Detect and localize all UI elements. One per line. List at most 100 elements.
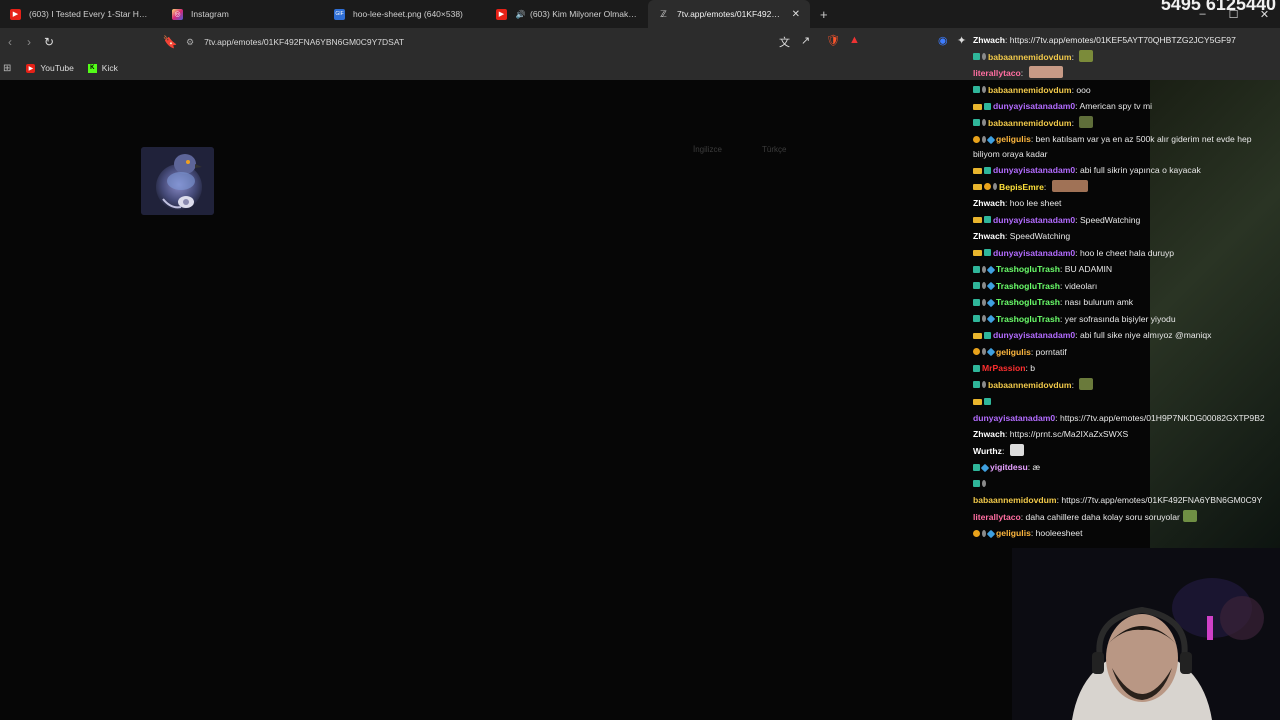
chat-text: yer sofrasında bişiyler yiyodu (1064, 313, 1176, 324)
chat-username[interactable]: literallytaco (973, 512, 1021, 522)
chat-text: hoo le cheet hala duruyp (1079, 247, 1175, 258)
blue-badge-icon (986, 529, 996, 538)
forward-button[interactable]: › (19, 32, 39, 52)
apps-grid-icon[interactable]: ⊞ (3, 63, 11, 74)
chat-username[interactable]: dunyayisatanadam0 (993, 101, 1075, 111)
chat-message: dunyayisatanadam0: https://7tv.app/emote… (973, 410, 1280, 427)
chat-text: hoo lee sheet (1009, 198, 1062, 208)
tab-instagram[interactable]: ◎ Instagram (162, 0, 324, 28)
tab-title: hoo-lee-sheet.png (640×538) (353, 9, 463, 19)
chat-text: https://7tv.app/emotes/01KEF5AYT70QHBTZG… (1009, 35, 1236, 45)
orange-badge-icon (973, 135, 980, 143)
chat-text: https://7tv.app/emotes/01KF492FNA6YBN6GM… (1061, 495, 1263, 505)
chat-username[interactable]: babaannemidovdum (988, 118, 1072, 128)
chat-emote-image (1182, 509, 1197, 522)
chat-username[interactable]: geligulis (996, 347, 1031, 357)
tab-youtube-hotel[interactable]: ▶ (603) I Tested Every 1-Star Hotel - Yo (0, 0, 162, 28)
chat-username[interactable]: babaannemidovdum (988, 85, 1072, 95)
close-tab-icon[interactable]: ✕ (792, 9, 800, 20)
chat-username[interactable]: dunyayisatanadam0 (993, 165, 1075, 175)
chat-text: videoları (1064, 280, 1098, 291)
chat-emote-image (1028, 66, 1063, 78)
chat-username[interactable]: TrashogluTrash (996, 264, 1060, 274)
chat-username[interactable]: BepisEmre (999, 182, 1044, 192)
chat-message: TrashogluTrash: videoları (973, 278, 1280, 295)
chat-text: ooo (1076, 84, 1091, 95)
site-info-icon[interactable]: ⚙ (186, 37, 194, 48)
chat-message: dunyayisatanadam0: SpeedWatching (973, 212, 1280, 229)
chat-message: dunyayisatanadam0: abi full sike niye al… (973, 327, 1280, 344)
new-tab-button[interactable]: + (820, 7, 828, 22)
chat-username[interactable]: babaannemidovdum (988, 380, 1072, 390)
chat-emote-image (1079, 377, 1094, 390)
tab-7tv[interactable]: ℤ 7tv.app/emotes/01KF492FNA6YI ✕ (648, 0, 810, 28)
translate-icon[interactable]: 文 (779, 34, 790, 50)
brave-rewards-icon[interactable]: ▲ (849, 34, 860, 46)
chat-separator: : (1071, 379, 1077, 390)
share-icon[interactable]: ↗ (801, 34, 810, 47)
chat-text: abi full sikrin yapınca o kayacak (1079, 165, 1201, 175)
chat-username[interactable]: Zhwach (973, 429, 1005, 439)
translate-target-lang: Türkçe (762, 145, 787, 154)
chat-emote-image (1079, 115, 1094, 128)
speaker-icon[interactable]: 🔊 (515, 9, 526, 20)
chat-username[interactable]: babaannemidovdum (988, 52, 1072, 62)
chat-username[interactable]: Wurthz (973, 446, 1002, 456)
blue-badge-icon (986, 281, 996, 291)
green-badge-icon (973, 119, 980, 126)
chat-message: Zhwach: https://7tv.app/emotes/01KEF5AYT… (973, 32, 1280, 49)
chat-username[interactable]: Zhwach (973, 231, 1005, 241)
puzzle-icon[interactable]: ✦ (957, 34, 966, 47)
crown-badge-icon (973, 217, 982, 223)
bookmark-kick[interactable]: K Kick (87, 63, 118, 73)
chat-username[interactable]: TrashogluTrash (996, 314, 1060, 324)
phone-number-overlay: 5495 6125440 (1160, 0, 1276, 14)
chat-username[interactable]: dunyayisatanadam0 (993, 215, 1075, 225)
chat-username[interactable]: geligulis (996, 528, 1031, 538)
address-bar[interactable]: ⚙ 7tv.app/emotes/01KF492FNA6YBN6GM0C9Y7D… (186, 32, 866, 52)
chat-username[interactable]: TrashogluTrash (996, 281, 1060, 291)
tab-youtube-milyoner[interactable]: ▶ 🔊 (603) Kim Milyoner Olmak İster? (486, 0, 648, 28)
chat-text: SpeedWatching (1079, 214, 1141, 225)
chat-message: babaannemidovdum: (973, 115, 1280, 132)
chat-username[interactable]: literallytaco (973, 68, 1021, 78)
back-button[interactable]: ‹ (0, 32, 20, 52)
green-badge-icon (973, 265, 980, 273)
chat-message: babaannemidovdum: (973, 49, 1280, 66)
url-text[interactable]: 7tv.app/emotes/01KF492FNA6YBN6GM0C9Y7DSA… (204, 37, 404, 47)
reload-button[interactable]: ↻ (39, 32, 59, 52)
chat-username[interactable]: yigitdesu (990, 462, 1028, 472)
blue-badge-icon (986, 265, 996, 274)
chat-username[interactable]: dunyayisatanadam0 (993, 330, 1075, 340)
chat-message: dunyayisatanadam0: abi full sikrin yapın… (973, 162, 1280, 179)
chat-username[interactable]: Zhwach (973, 198, 1005, 208)
chat-message: babaannemidovdum: ooo (973, 82, 1280, 99)
gray-badge-icon (982, 86, 986, 93)
bookmark-youtube[interactable]: ▶ YouTube (26, 63, 74, 73)
chat-message: babaannemidovdum: https://7tv.app/emotes… (973, 492, 1280, 509)
chat-emote-image (1009, 443, 1024, 456)
chat-username[interactable]: dunyayisatanadam0 (993, 248, 1075, 258)
chat-username[interactable]: TrashogluTrash (996, 297, 1060, 307)
chat-username[interactable]: MrPassion (982, 363, 1025, 373)
gray-badge-icon (982, 265, 986, 273)
bookmark-icon[interactable]: 🔖 (160, 32, 180, 52)
chat-separator: : (1071, 117, 1077, 128)
chat-username[interactable]: geligulis (996, 134, 1031, 144)
chat-username[interactable]: Zhwach (973, 35, 1005, 45)
brave-shields-icon[interactable]: 🛡 (826, 34, 840, 47)
chat-emote-image (1079, 49, 1094, 62)
chat-username[interactable]: dunyayisatanadam0 (973, 413, 1055, 423)
green-badge-icon (973, 463, 980, 471)
crown-badge-icon (973, 184, 982, 190)
green-badge-icon (984, 216, 991, 223)
chat-username[interactable]: babaannemidovdum (973, 495, 1057, 505)
gray-badge-icon (982, 381, 986, 388)
chat-text: hooleesheet (1035, 528, 1083, 538)
tab-image[interactable]: GIF hoo-lee-sheet.png (640×538) (324, 0, 486, 28)
chat-message (973, 476, 1280, 493)
extension-icon[interactable]: ◉ (938, 34, 948, 47)
blue-badge-icon (986, 298, 996, 307)
chat-message: literallytaco: daha cahillere daha kolay… (973, 509, 1280, 526)
bookmark-label: YouTube (40, 63, 74, 73)
